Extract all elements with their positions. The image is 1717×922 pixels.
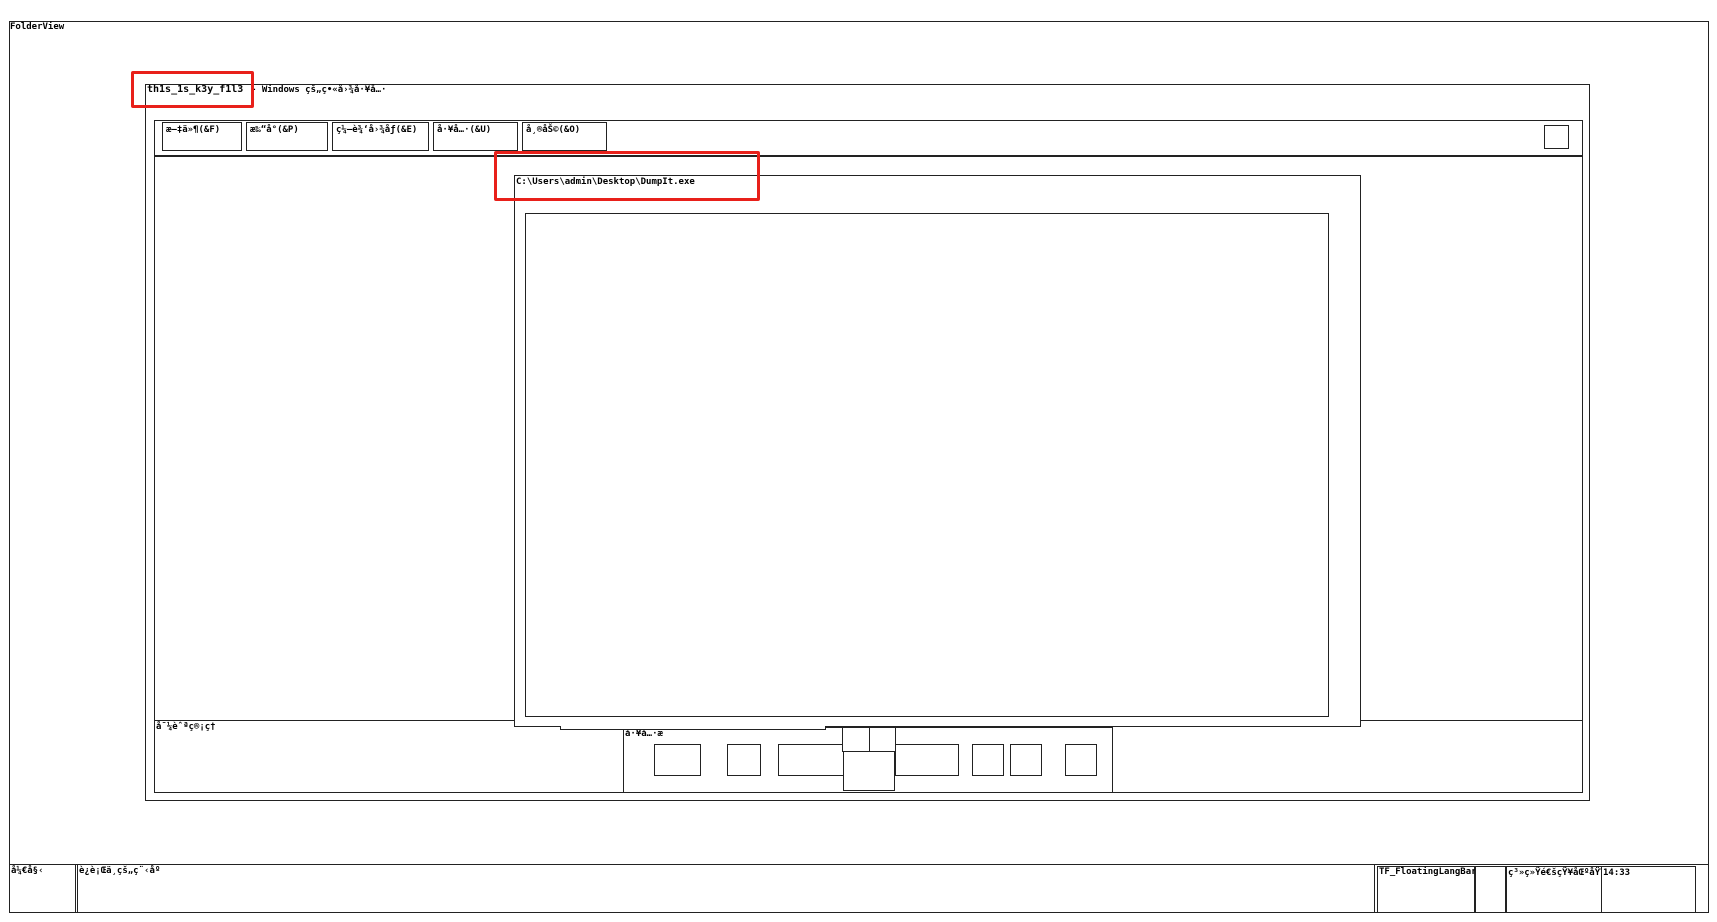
main-window-title-suffix: - Windows çš„ç•«å›¾å·¥å…· (251, 85, 387, 95)
toolbar-button-6[interactable] (1010, 744, 1042, 776)
toolbar-button-right-top[interactable] (869, 727, 896, 752)
toolbar-button-center[interactable] (843, 751, 895, 791)
toolbar-button-7[interactable] (1065, 744, 1097, 776)
running-tasks-label: è¿è¡Œä¸­çš„ç¨‹åº (79, 866, 161, 876)
toolbar-panel-label: å·¥å…·æ (625, 729, 663, 739)
notification-area-label: ç³»ç»Ÿé€šçŸ¥åŒºåŸŸ (1508, 868, 1606, 878)
toolbar-button-4[interactable] (895, 744, 959, 776)
highlight-title-key (131, 71, 254, 108)
toolbar-button-3[interactable] (778, 744, 847, 776)
window-control-button[interactable] (1544, 125, 1569, 149)
menu-file[interactable]: æ–‡ä»¶(&F) (162, 122, 242, 151)
console-bottom-strip (560, 726, 826, 730)
console-output-area[interactable] (525, 213, 1329, 717)
toolbar-button-5[interactable] (972, 744, 1004, 776)
toolbar-button-2[interactable] (727, 744, 761, 776)
desktop-title: FolderView (10, 22, 65, 32)
toolbar-button-left-top[interactable] (842, 727, 870, 752)
highlight-console-title (494, 151, 760, 201)
clock-time: 14:33 (1603, 868, 1631, 878)
menu-help[interactable]: å¸®åŠ©(&O) (522, 122, 607, 151)
menu-tools[interactable]: å·¥å…·(&U) (433, 122, 518, 151)
navigation-label: å¯¼èˆªç®¡ç† (156, 722, 216, 732)
running-tasks-area[interactable] (77, 864, 1375, 913)
start-button-label: å¼€å§‹ (11, 866, 44, 876)
language-bar-label: TF_FloatingLangBar (1379, 867, 1477, 877)
menu-edit-image[interactable]: ç¼–è¾‘å›¾åƒ(&E) (332, 122, 429, 151)
menu-print[interactable]: æ‰“å°(&P) (246, 122, 328, 151)
toolbar-button-1[interactable] (654, 744, 701, 776)
tray-separator-box (1475, 866, 1506, 913)
